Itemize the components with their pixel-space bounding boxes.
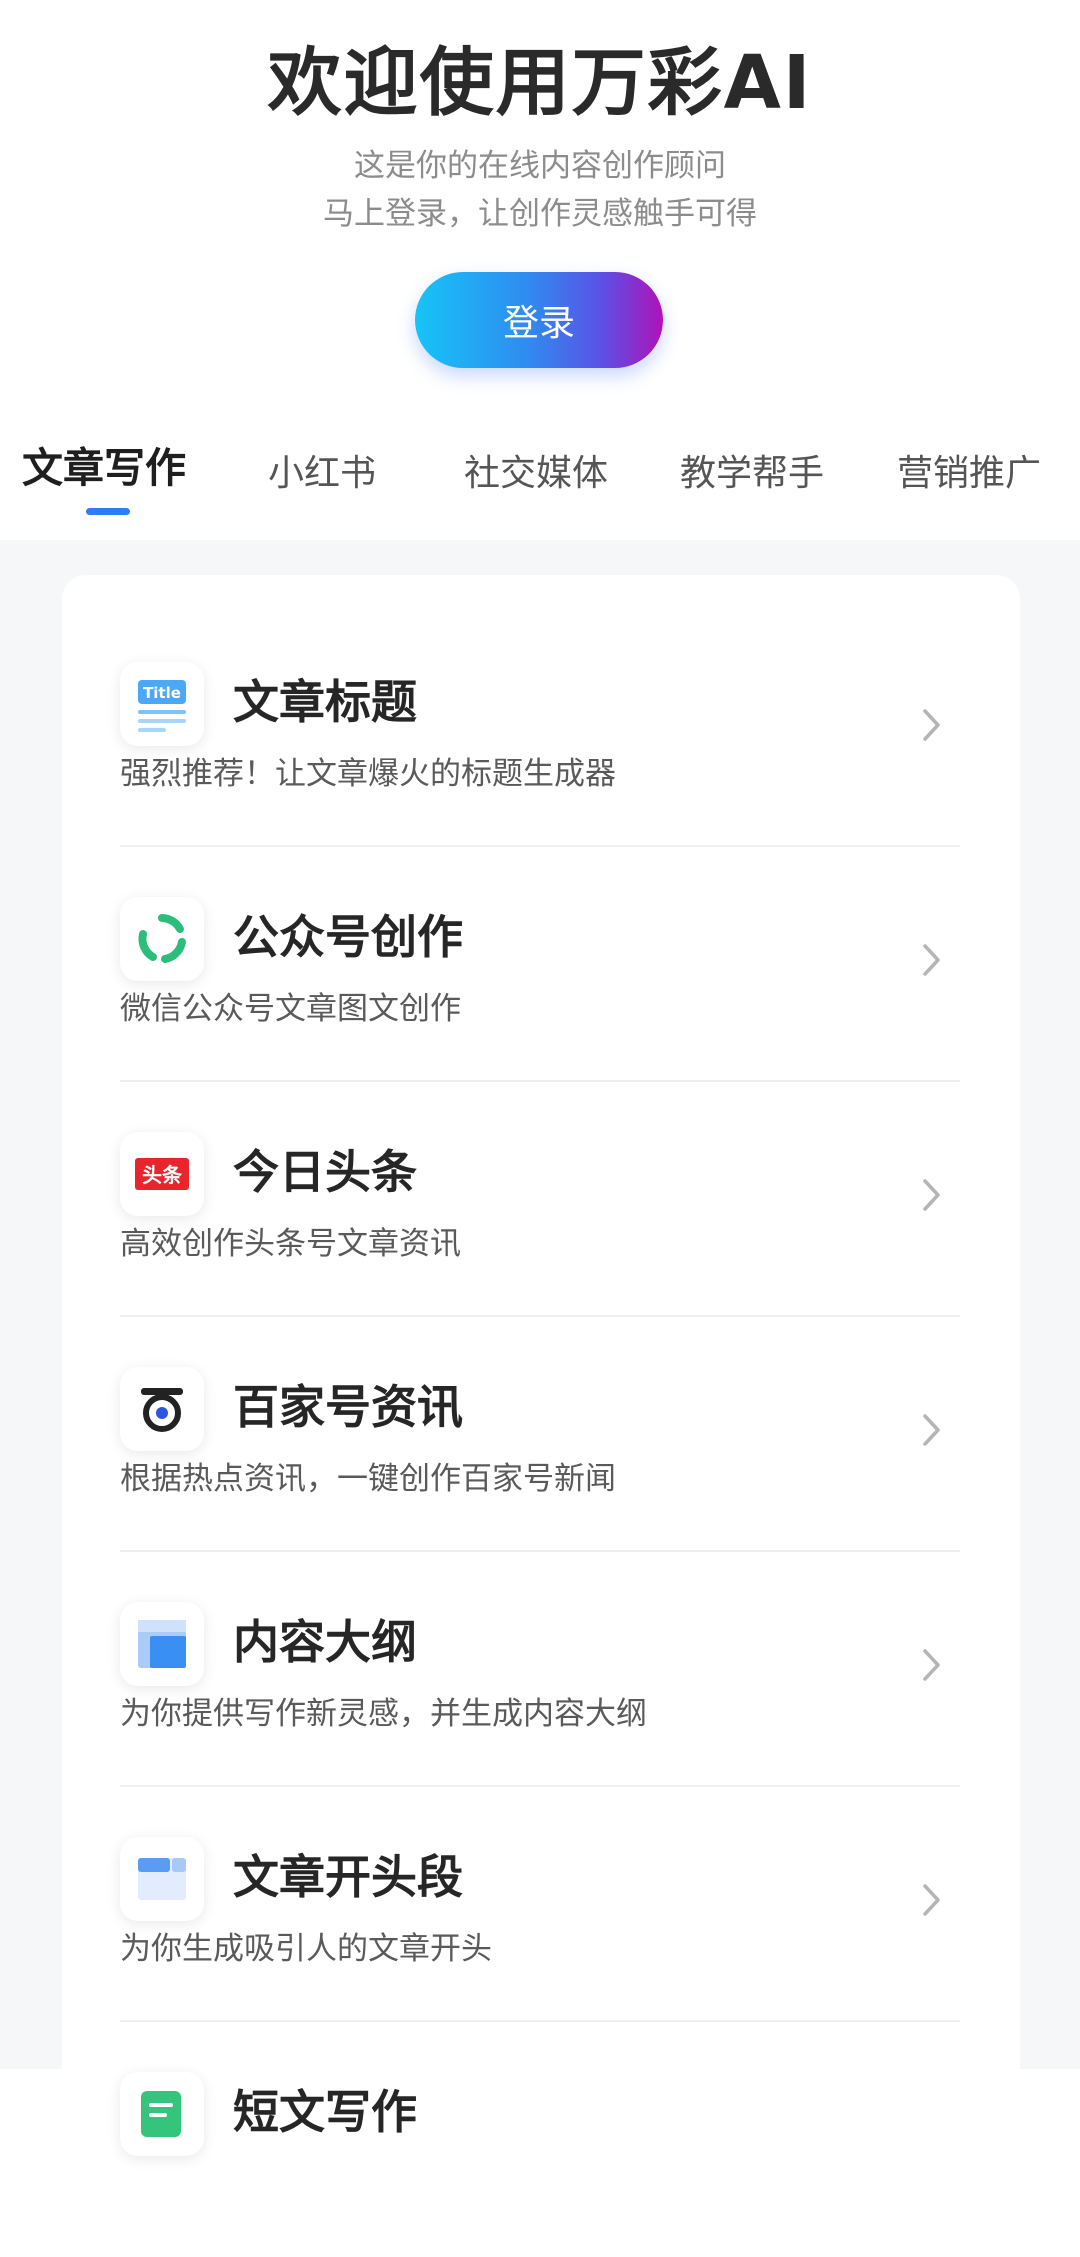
toutiao-icon-text: 头条 [142,1163,183,1187]
tab-social-media[interactable]: 社交媒体 [464,444,608,504]
item-description: 高效创作头条号文章资讯 [120,1226,461,1262]
item-description: 微信公众号文章图文创作 [120,991,461,1027]
list-item-toutiao[interactable]: 头条 今日头条 高效创作头条号文章资讯 [120,1082,960,1317]
category-tabs: 文章写作 小红书 社交媒体 教学帮手 营销推广 [0,430,1080,540]
title-doc-icon: Title [120,662,204,746]
title-icon-text: Title [143,684,181,702]
opening-paragraph-icon [120,1837,204,1921]
item-title: 文章开头段 [233,1850,463,1904]
item-description: 强烈推荐！让文章爆火的标题生成器 [120,756,616,792]
welcome-subtitle-line2: 马上登录，让创作灵感触手可得 [323,196,757,232]
wechat-official-account-icon [120,897,204,981]
item-title: 文章标题 [233,675,417,729]
chevron-right-icon [920,1648,944,1682]
tab-xiaohongshu[interactable]: 小红书 [268,444,376,504]
welcome-subtitle-line1: 这是你的在线内容创作顾问 [354,148,726,184]
item-description: 为你生成吸引人的文章开头 [120,1931,492,1967]
active-tab-indicator [86,508,130,515]
outline-icon [120,1602,204,1686]
baijiahao-icon [120,1367,204,1451]
chevron-right-icon [920,708,944,742]
tab-marketing[interactable]: 营销推广 [897,444,1041,504]
chevron-right-icon [920,1413,944,1447]
chevron-right-icon [920,1883,944,1917]
chevron-right-icon [920,1178,944,1212]
list-item-official-account[interactable]: 公众号创作 微信公众号文章图文创作 [120,847,960,1082]
item-title: 内容大纲 [233,1615,417,1669]
list-item-article-opening[interactable]: 文章开头段 为你生成吸引人的文章开头 [120,1787,960,2022]
item-description: 根据热点资讯，一键创作百家号新闻 [120,1461,616,1497]
welcome-header: 欢迎使用万彩AI 这是你的在线内容创作顾问 马上登录，让创作灵感触手可得 登录 [0,0,1080,420]
chevron-right-icon [920,943,944,977]
list-item-article-title[interactable]: Title 文章标题 强烈推荐！让文章爆火的标题生成器 [120,612,960,847]
list-item-baijiahao[interactable]: 百家号资讯 根据热点资讯，一键创作百家号新闻 [120,1317,960,1552]
welcome-title: 欢迎使用万彩AI [267,40,813,126]
short-text-icon [120,2072,204,2156]
item-title: 公众号创作 [233,910,463,964]
item-title: 百家号资讯 [233,1380,463,1434]
login-button[interactable]: 登录 [415,272,663,368]
tab-teaching-helper[interactable]: 教学帮手 [680,444,824,504]
list-item-short-text[interactable]: 短文写作 [120,2022,960,2257]
item-title: 今日头条 [233,1145,417,1199]
tab-article-writing[interactable]: 文章写作 [22,438,186,498]
item-description: 为你提供写作新灵感，并生成内容大纲 [120,1696,647,1732]
item-title: 短文写作 [233,2085,417,2139]
list-item-content-outline[interactable]: 内容大纲 为你提供写作新灵感，并生成内容大纲 [120,1552,960,1787]
toutiao-icon: 头条 [120,1132,204,1216]
